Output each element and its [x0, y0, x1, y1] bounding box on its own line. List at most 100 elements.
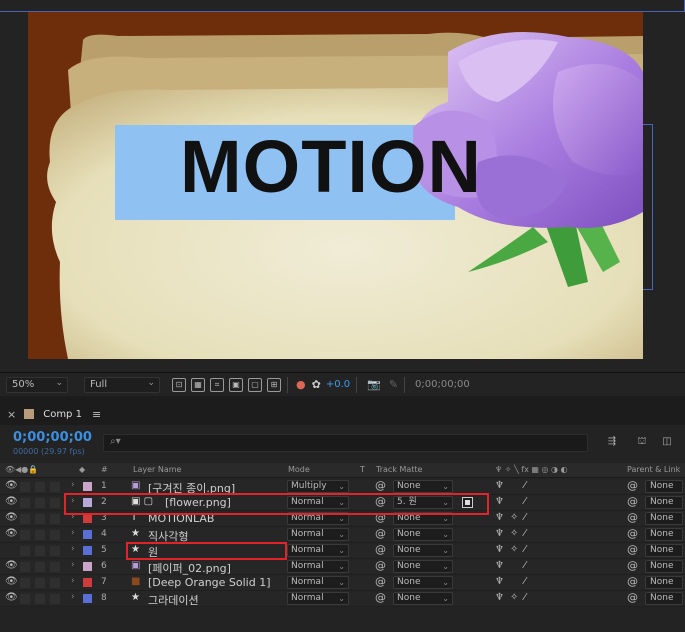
safe-margins-icon[interactable]: ▣	[229, 377, 243, 392]
audio-toggle[interactable]	[20, 562, 30, 572]
collapse-switch-icon[interactable]: ✧	[510, 592, 518, 603]
shy-switch-icon[interactable]: ♆	[495, 544, 504, 555]
track-matte-dropdown[interactable]: None ⌄	[393, 592, 453, 605]
blend-mode-dropdown[interactable]: Normal ⌄	[287, 592, 349, 605]
composition-canvas[interactable]: MOTION	[28, 12, 643, 359]
blend-mode-dropdown[interactable]: Normal ⌄	[287, 576, 349, 589]
region-of-interest-icon[interactable]: ⊡	[172, 377, 186, 392]
parent-pickwhip-icon[interactable]: @	[627, 511, 638, 524]
color-management-icon[interactable]: ✿	[312, 378, 321, 391]
collapse-switch-icon[interactable]: ✧	[510, 512, 518, 523]
snapshot-camera-icon[interactable]: 📷	[367, 378, 381, 391]
layer-label-color[interactable]	[83, 546, 92, 555]
collapse-switch-icon[interactable]: ✧	[510, 528, 518, 539]
parent-pickwhip-icon[interactable]: @	[627, 575, 638, 588]
quality-switch-icon[interactable]: ⁄	[524, 512, 526, 523]
audio-toggle[interactable]	[20, 514, 30, 524]
show-snapshot-icon[interactable]: ✎	[389, 378, 398, 391]
layer-row[interactable]: 👁 › 6 ▣ [페이퍼_02.png] Normal ⌄ @ None ⌄ ♆ ⁄ @ None	[0, 559, 685, 575]
twirl-chevron-icon[interactable]: ›	[71, 480, 75, 490]
lock-toggle[interactable]	[50, 530, 60, 540]
collapse-switch-icon[interactable]: ✧	[510, 544, 518, 555]
blend-mode-dropdown[interactable]: Normal ⌄	[287, 560, 349, 573]
shy-switch-icon[interactable]: ♆	[495, 592, 504, 603]
comp-tab-label[interactable]: Comp 1	[43, 409, 82, 420]
audio-toggle[interactable]	[20, 530, 30, 540]
solo-toggle[interactable]	[35, 482, 45, 492]
quality-switch-icon[interactable]: ⁄	[524, 592, 526, 603]
layer-name[interactable]: [페이퍼_02.png]	[148, 560, 231, 576]
lock-toggle[interactable]	[50, 482, 60, 492]
quality-switch-icon[interactable]: ⁄	[524, 560, 526, 571]
fast-preview-icon[interactable]: ▢	[248, 377, 262, 392]
layer-row[interactable]: 👁 › 7 ■ [Deep Orange Solid 1] Normal ⌄ @ None ⌄ ♆ ⁄…	[0, 575, 685, 591]
mask-path-icon[interactable]: ⌗	[210, 377, 224, 392]
blend-mode-dropdown[interactable]: Normal ⌄	[287, 528, 349, 541]
quality-switch-icon[interactable]: ⁄	[524, 496, 526, 507]
layer-label-color[interactable]	[83, 482, 92, 491]
layer-label-color[interactable]	[83, 594, 92, 603]
parent-dropdown[interactable]: None	[645, 576, 683, 589]
blend-mode-dropdown[interactable]: Multiply ⌄	[287, 480, 349, 493]
parent-dropdown[interactable]: None	[645, 480, 683, 493]
column-mode[interactable]: Mode	[288, 465, 310, 474]
parent-dropdown[interactable]: None	[645, 528, 683, 541]
twirl-chevron-icon[interactable]: ›	[71, 560, 75, 570]
shy-switch-icon[interactable]: ♆	[495, 496, 504, 507]
solo-toggle[interactable]	[35, 498, 45, 508]
visibility-eye-icon[interactable]: 👁	[5, 592, 18, 603]
parent-pickwhip-icon[interactable]: @	[627, 591, 638, 604]
draft-3d-icon[interactable]: ⛫	[634, 436, 650, 450]
parent-pickwhip-icon[interactable]: @	[627, 527, 638, 540]
column-layer-name[interactable]: Layer Name	[133, 465, 181, 474]
pickwhip-spiral-icon[interactable]: @	[375, 591, 386, 604]
solo-toggle[interactable]	[35, 562, 45, 572]
exposure-value[interactable]: +0.0	[326, 379, 350, 390]
panel-menu-icon[interactable]: ≡	[92, 408, 101, 421]
quality-switch-icon[interactable]: ⁄	[524, 528, 526, 539]
shy-switch-icon[interactable]: ♆	[495, 528, 504, 539]
pickwhip-spiral-icon[interactable]: @	[375, 543, 386, 556]
column-t[interactable]: T	[360, 465, 365, 474]
audio-toggle[interactable]	[20, 546, 30, 556]
layer-label-color[interactable]	[83, 530, 92, 539]
viewer-timecode[interactable]: 0;00;00;00	[415, 379, 470, 390]
layer-name[interactable]: 그라데이션	[148, 592, 199, 608]
parent-dropdown[interactable]: None	[645, 560, 683, 573]
parent-dropdown[interactable]: None	[645, 592, 683, 605]
pickwhip-spiral-icon[interactable]: @	[375, 575, 386, 588]
shy-switch-icon[interactable]: ♆	[495, 576, 504, 587]
solo-toggle[interactable]	[35, 514, 45, 524]
parent-pickwhip-icon[interactable]: @	[627, 479, 638, 492]
solo-toggle[interactable]	[35, 530, 45, 540]
pickwhip-spiral-icon[interactable]: @	[375, 559, 386, 572]
lock-toggle[interactable]	[50, 594, 60, 604]
layer-search-input[interactable]: ⌕▾	[103, 434, 588, 452]
parent-pickwhip-icon[interactable]: @	[627, 543, 638, 556]
parent-pickwhip-icon[interactable]: @	[627, 559, 638, 572]
label-column-icon[interactable]: ◆	[79, 465, 85, 474]
audio-toggle[interactable]	[20, 594, 30, 604]
pickwhip-spiral-icon[interactable]: @	[375, 479, 386, 492]
layer-row[interactable]: › 5 ★ 원 Normal ⌄ @ None ⌄ ♆ ✧ ⁄ @ None	[0, 543, 685, 559]
lock-toggle[interactable]	[50, 546, 60, 556]
column-number[interactable]: #	[101, 465, 108, 474]
track-matte-dropdown[interactable]: None ⌄	[393, 480, 453, 493]
twirl-chevron-icon[interactable]: ›	[71, 528, 75, 538]
lock-toggle[interactable]	[50, 514, 60, 524]
transparency-grid-icon[interactable]: ▦	[191, 377, 205, 392]
parent-dropdown[interactable]: None	[645, 496, 683, 509]
visibility-eye-icon[interactable]: 👁	[5, 512, 18, 523]
visibility-eye-icon[interactable]: 👁	[5, 496, 18, 507]
audio-toggle[interactable]	[20, 498, 30, 508]
layer-label-color[interactable]	[83, 514, 92, 523]
quality-switch-icon[interactable]: ⁄	[524, 480, 526, 491]
layer-label-color[interactable]	[83, 562, 92, 571]
column-parent-link[interactable]: Parent & Link	[627, 465, 680, 474]
visibility-eye-icon[interactable]: 👁	[5, 528, 18, 539]
channel-icon[interactable]: ⊞	[267, 377, 281, 392]
audio-toggle[interactable]	[20, 578, 30, 588]
lock-toggle[interactable]	[50, 578, 60, 588]
shy-switch-icon[interactable]: ♆	[495, 480, 504, 491]
lock-toggle[interactable]	[50, 562, 60, 572]
